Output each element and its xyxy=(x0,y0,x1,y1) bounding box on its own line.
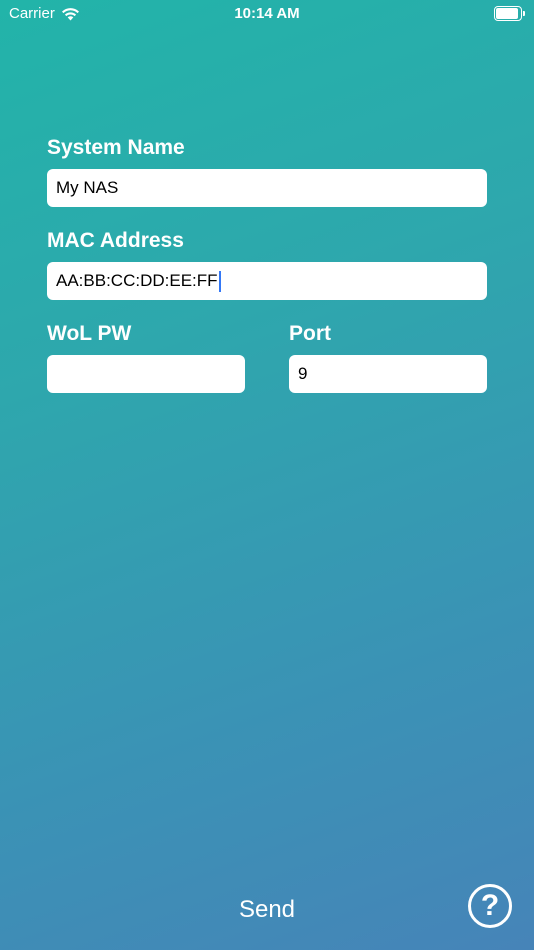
system-name-input[interactable]: My NAS xyxy=(47,169,487,207)
system-name-value: My NAS xyxy=(56,178,119,197)
mac-address-input[interactable]: AA:BB:CC:DD:EE:FF xyxy=(47,262,487,300)
text-caret xyxy=(218,270,221,292)
battery-icon xyxy=(494,6,526,21)
wol-pw-label: WoL PW xyxy=(47,322,132,345)
port-input[interactable]: 9 xyxy=(289,355,487,393)
help-button-label: ? xyxy=(480,889,500,922)
port-value: 9 xyxy=(298,364,308,383)
system-name-label: System Name xyxy=(47,136,185,159)
status-time: 10:14 AM xyxy=(234,5,300,22)
mac-address-value: AA:BB:CC:DD:EE:FF xyxy=(56,271,218,290)
battery-nub xyxy=(523,11,525,16)
battery-level xyxy=(496,8,518,19)
mac-address-label: MAC Address xyxy=(47,229,184,252)
status-bar: Carrier 10:14 AM xyxy=(0,0,534,28)
wol-pw-input[interactable] xyxy=(47,355,245,393)
send-button[interactable]: Send xyxy=(0,896,534,924)
port-label: Port xyxy=(289,322,331,345)
question-circle-icon[interactable]: ? xyxy=(468,884,512,928)
